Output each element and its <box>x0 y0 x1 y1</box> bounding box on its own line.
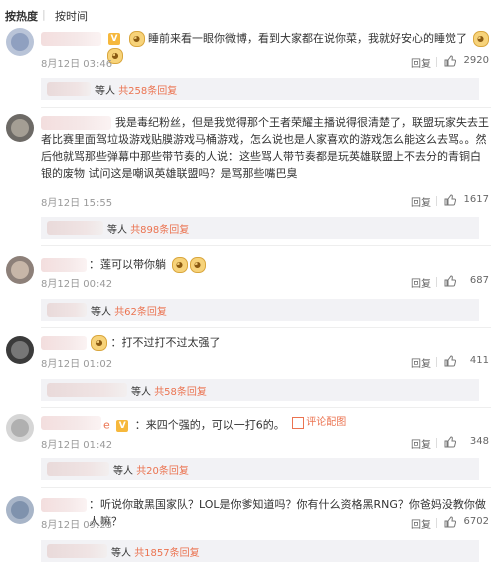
comment-item: 我是毒纪粉丝，但是我觉得那个王者荣耀主播说得很清楚了，联盟玩家失去王者比赛里面驾… <box>0 110 499 246</box>
comment-time: 8月12日 03:46 <box>41 59 113 70</box>
emoji-icon: ◕ <box>171 257 188 273</box>
sub-replies-text: 等人 共58条回复 <box>131 383 207 398</box>
reply-button[interactable]: 回复 <box>411 194 431 209</box>
replier-names-redacted <box>47 462 109 476</box>
avatar[interactable] <box>6 256 34 284</box>
view-replies-link[interactable]: 共58条回复 <box>154 387 207 398</box>
sub-replies-bar[interactable]: 等人 共258条回复 <box>41 78 479 100</box>
sub-replies-label: 等人 <box>91 307 111 318</box>
divider <box>41 407 491 408</box>
comment-body: ：来四个强的，可以一打6的。 <box>134 418 285 432</box>
like-count: 411 <box>469 355 489 366</box>
comment-item: ◕ ：打不过打不过太强了 8月12日 01:02 回复 411 等人 共58条回… <box>0 332 499 408</box>
sub-replies-text: 等人 共258条回复 <box>95 82 177 97</box>
divider <box>41 107 491 108</box>
emoji-icon: ◕ <box>189 257 206 273</box>
comment-time: 8月12日 01:02 <box>41 359 113 370</box>
divider <box>436 438 437 448</box>
reply-button[interactable]: 回复 <box>411 516 431 531</box>
sub-replies-text: 等人 共1857条回复 <box>111 544 200 559</box>
replier-names-redacted <box>47 303 87 317</box>
comment-item: ：听说你敢黑国家队？LOL是你爹知道吗？你有什么资格黑RNG？你爸妈没教你做人嘛… <box>0 494 499 570</box>
sub-replies-label: 等人 <box>113 466 133 477</box>
emoji-icon: ◕ <box>91 335 107 351</box>
comment-image-label: 评论配图 <box>306 417 347 428</box>
divider <box>436 277 437 287</box>
view-replies-link[interactable]: 共62条回复 <box>114 307 167 318</box>
divider <box>436 57 437 67</box>
divider <box>436 518 437 528</box>
reply-button[interactable]: 回复 <box>411 355 431 370</box>
sort-by-hot-tab[interactable]: 按热度 <box>5 8 38 24</box>
avatar[interactable] <box>6 496 34 524</box>
sub-replies-label: 等人 <box>131 387 151 398</box>
comment-body: ：莲可以带你躺 <box>89 258 166 271</box>
sub-replies-bar[interactable]: 等人 共62条回复 <box>41 299 479 321</box>
view-replies-link[interactable]: 共258条回复 <box>118 86 177 97</box>
like-count: 348 <box>469 436 489 447</box>
comment-text: e V ：来四个强的，可以一打6的。 评论配图 <box>41 414 491 434</box>
comment-text: ：莲可以带你躺 ◕ ◕ <box>41 256 491 273</box>
sub-replies-label: 等人 <box>95 86 115 97</box>
reply-button[interactable]: 回复 <box>411 436 431 451</box>
username-suffix[interactable]: e <box>103 419 110 432</box>
comment-time: 8月12日 09:23 <box>41 520 113 531</box>
divider <box>41 487 491 488</box>
image-icon <box>292 416 305 429</box>
avatar[interactable] <box>6 336 34 364</box>
sort-separator: | <box>42 8 46 21</box>
comment-time: 8月12日 00:42 <box>41 279 113 290</box>
replier-names-redacted <box>47 82 91 96</box>
replier-names-redacted <box>47 383 127 397</box>
divider <box>436 357 437 367</box>
comment-item: ：莲可以带你躺 ◕ ◕ 8月12日 00:42 回复 687 等人 共62条回复 <box>0 252 499 328</box>
avatar[interactable] <box>6 114 34 142</box>
divider <box>436 196 437 206</box>
like-count: 2920 <box>463 55 489 66</box>
like-count: 6702 <box>463 516 489 527</box>
emoji-icon: ◕ <box>128 31 145 47</box>
divider <box>41 245 491 246</box>
comment-text: ◕ ：打不过打不过太强了 <box>41 334 491 351</box>
sub-replies-text: 等人 共898条回复 <box>107 221 189 236</box>
sub-replies-bar[interactable]: 等人 共898条回复 <box>41 217 479 239</box>
view-replies-link[interactable]: 共898条回复 <box>130 225 189 236</box>
comment-time: 8月12日 15:55 <box>41 198 113 209</box>
divider <box>41 327 491 328</box>
comment-text: 我是毒纪粉丝，但是我觉得那个王者荣耀主播说得很清楚了，联盟玩家失去王者比赛里面驾… <box>41 114 491 182</box>
reply-button[interactable]: 回复 <box>411 275 431 290</box>
sub-replies-bar[interactable]: 等人 共20条回复 <box>41 458 479 480</box>
avatar[interactable] <box>6 414 34 442</box>
vip-badge: V <box>116 419 129 432</box>
emoji-icon: ◕ <box>472 31 489 47</box>
comment-body: 我是毒纪粉丝，但是我觉得那个王者荣耀主播说得很清楚了，联盟玩家失去王者比赛里面驾… <box>41 116 489 180</box>
sub-replies-text: 等人 共62条回复 <box>91 303 167 318</box>
sub-replies-label: 等人 <box>107 225 127 236</box>
view-replies-link[interactable]: 共1857条回复 <box>134 548 199 559</box>
sub-replies-label: 等人 <box>111 548 131 559</box>
comment-time: 8月12日 01:42 <box>41 440 113 451</box>
sub-replies-bar[interactable]: 等人 共1857条回复 <box>41 540 479 562</box>
sort-bar: 按热度 | 按时间 <box>0 0 499 26</box>
like-count: 687 <box>469 275 489 286</box>
comment-item: e V ：来四个强的，可以一打6的。 评论配图 8月12日 01:42 回复 3… <box>0 412 499 488</box>
reply-button[interactable]: 回复 <box>411 55 431 70</box>
comment-body: 睡前来看一眼你微博，看到大家都在说你菜，我就好安心的睡觉了 <box>148 32 467 45</box>
vip-badge: V <box>108 33 120 45</box>
sub-replies-bar[interactable]: 等人 共58条回复 <box>41 379 479 401</box>
avatar[interactable] <box>6 28 34 56</box>
replier-names-redacted <box>47 221 103 235</box>
comment-image-link[interactable]: 评论配图 <box>292 414 346 431</box>
like-count: 1617 <box>463 194 489 205</box>
comment-item: V ◕ 睡前来看一眼你微博，看到大家都在说你菜，我就好安心的睡觉了 ◕◕ 8月1… <box>0 26 499 108</box>
sub-replies-text: 等人 共20条回复 <box>113 462 189 477</box>
replier-names-redacted <box>47 544 107 558</box>
view-replies-link[interactable]: 共20条回复 <box>136 466 189 477</box>
comment-body: ：打不过打不过太强了 <box>110 336 221 349</box>
sort-by-time-tab[interactable]: 按时间 <box>55 8 88 24</box>
